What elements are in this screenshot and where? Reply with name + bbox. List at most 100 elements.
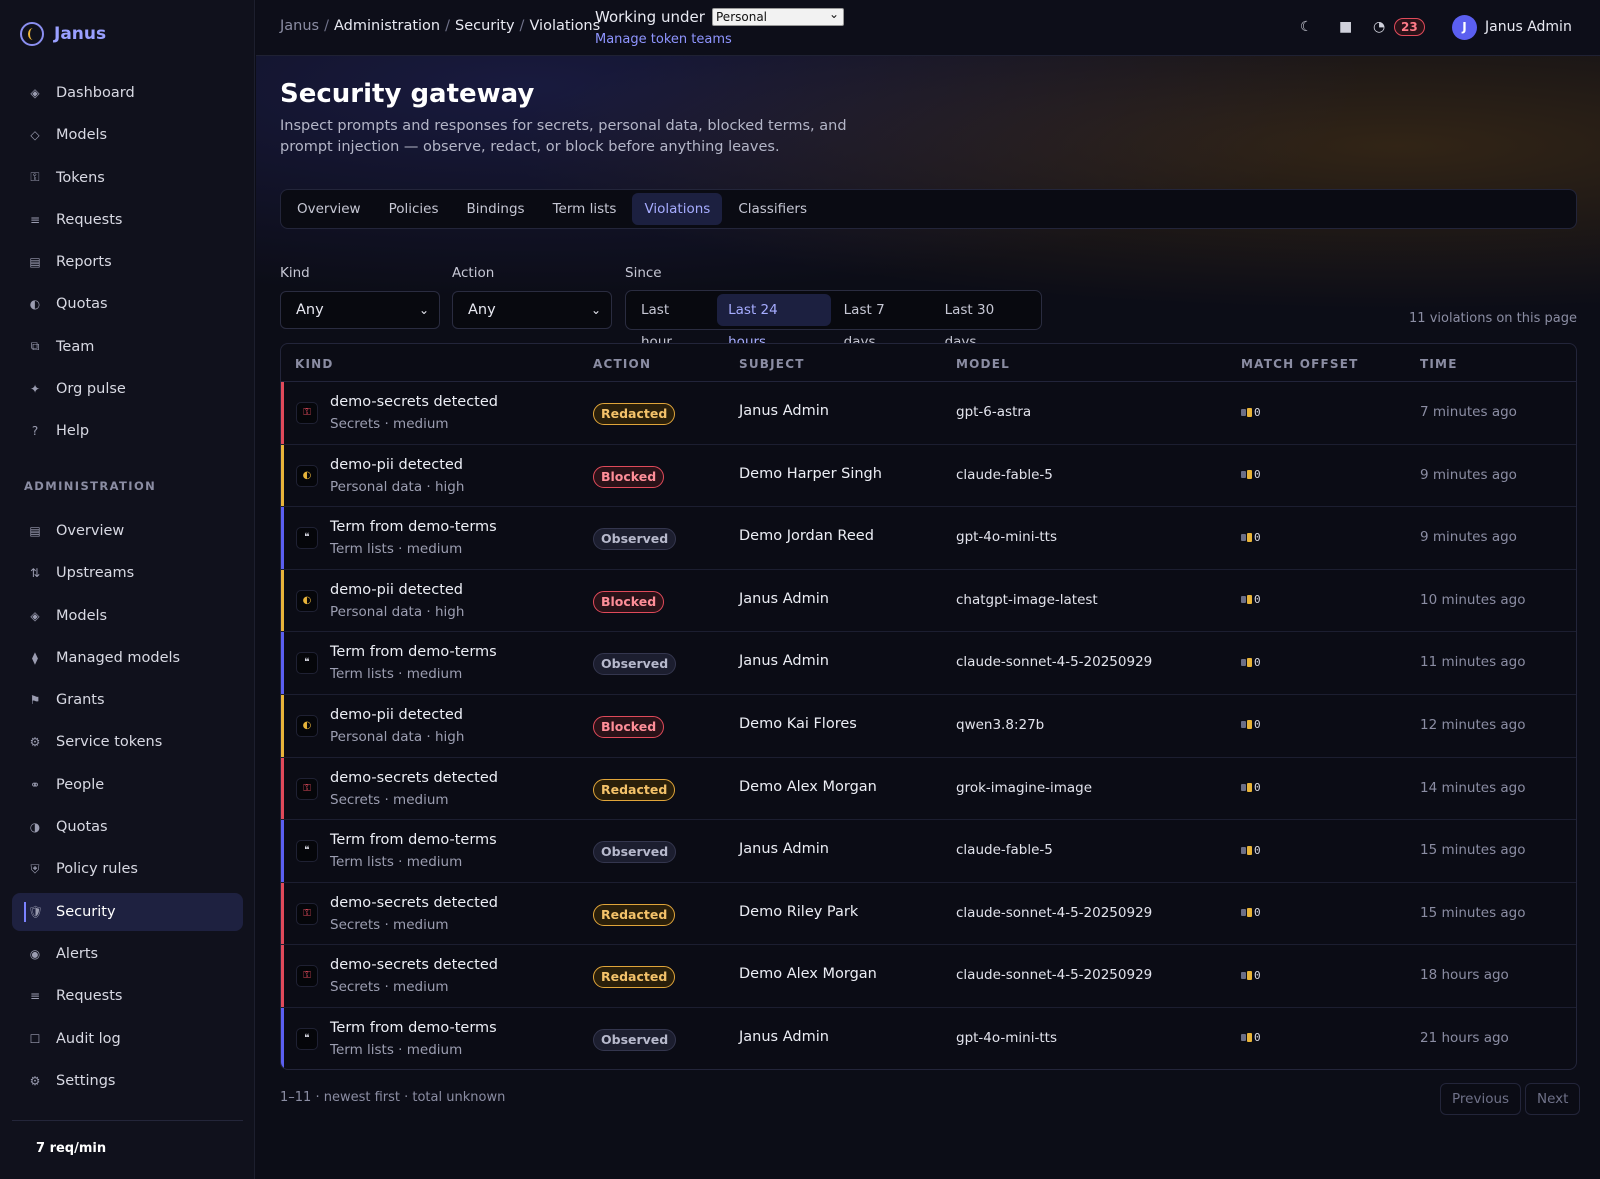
col-match-offset: MATCH OFFSET	[1241, 357, 1359, 371]
breadcrumb-janus[interactable]: Janus	[280, 18, 319, 34]
team-context: Working under Personal Manage token team…	[595, 6, 844, 47]
previous-button[interactable]: Previous	[1440, 1083, 1522, 1115]
sidebar-item-grants[interactable]: ⚑ Grants	[12, 681, 243, 719]
match-offset-cell: 0	[1241, 1031, 1261, 1044]
tab-term-lists[interactable]: Term lists	[541, 193, 629, 225]
sidebar-item-quotas[interactable]: ◑ Quotas	[12, 808, 243, 846]
action-badge: Observed	[593, 841, 677, 864]
subject-cell: Demo Alex Morgan	[739, 778, 877, 795]
offset-bar	[1241, 408, 1246, 416]
col-subject: SUBJECT	[739, 357, 805, 371]
activity-icon[interactable]: ◔	[1373, 19, 1385, 35]
time-cell: 9 minutes ago	[1420, 466, 1517, 483]
breadcrumb-administration[interactable]: Administration	[334, 18, 440, 34]
sidebar-item-models[interactable]: ◈ Models	[12, 597, 243, 635]
since-option-last-hour[interactable]: Last hour	[630, 294, 715, 350]
model-cell: gpt-4o-mini-tts	[956, 1029, 1057, 1046]
sidebar-item-requests[interactable]: ≡ Requests	[12, 977, 243, 1015]
subject-cell: Demo Harper Singh	[739, 465, 882, 482]
quote-icon: ❝	[296, 840, 318, 863]
offset-bar	[1241, 471, 1246, 479]
violation-kind-detail: Personal data · high	[330, 728, 465, 745]
table-row[interactable]: ◐ demo-pii detected Personal data · high Bl…	[281, 569, 1576, 633]
stop-icon[interactable]: ■	[1339, 19, 1352, 35]
action-filter-select[interactable]: Any ⌄	[452, 291, 612, 329]
table-row[interactable]: ◐ demo-pii detected Personal data · high Bl…	[281, 444, 1576, 508]
since-option-last-7-days[interactable]: Last 7 days	[833, 294, 932, 350]
sidebar-item-audit-log[interactable]: ☐ Audit log	[12, 1020, 243, 1058]
violation-kind-title: demo-pii detected	[330, 706, 464, 723]
sidebar-item-settings[interactable]: ⚙ Settings	[12, 1062, 243, 1100]
offset-bar	[1241, 658, 1246, 666]
sidebar-item-org-pulse[interactable]: ✦ Org pulse	[12, 370, 243, 408]
avatar[interactable]: J	[1452, 15, 1477, 40]
upstreams-icon: ⇅	[29, 566, 41, 581]
service-token-icon: ⚙	[29, 735, 41, 750]
subject-cell: Janus Admin	[739, 653, 829, 670]
violations-table: KIND ACTION SUBJECT MODEL MATCH OFFSET T…	[280, 343, 1577, 1070]
sidebar-item-people[interactable]: ⚭ People	[12, 766, 243, 804]
brand[interactable]: Janus	[20, 22, 106, 46]
sidebar-item-label: Audit log	[56, 1030, 121, 1047]
subject-cell: Janus Admin	[739, 403, 829, 419]
sidebar-item-security[interactable]: 🛡 Security	[12, 892, 243, 931]
main-nav: ◈ Dashboard ◇ Models ⚿ Tokens ≡ Requests ▤ Report…	[12, 74, 243, 455]
time-cell: 9 minutes ago	[1420, 529, 1517, 546]
list-icon: ≡	[29, 212, 41, 227]
offset-bar	[1247, 908, 1252, 918]
tab-bar: Overview Policies Bindings Term lists Violat…	[280, 189, 1577, 229]
table-row[interactable]: ◐ demo-pii detected Personal data · high Bl…	[281, 694, 1576, 758]
table-row[interactable]: ❝ Term from demo-terms Term lists · medium…	[281, 507, 1576, 570]
sidebar-item-quotas[interactable]: ◐ Quotas	[12, 285, 243, 323]
table-row[interactable]: ⚿ demo-secrets detected Secrets · medium Re…	[281, 882, 1576, 946]
sidebar-item-policy-rules[interactable]: ⛨ Policy rules	[12, 850, 243, 888]
sidebar-item-dashboard[interactable]: ◈ Dashboard	[12, 74, 243, 112]
sidebar-item-help[interactable]: ? Help	[12, 412, 243, 450]
violation-kind-title: Term from demo-terms	[330, 832, 497, 849]
notification-count-badge[interactable]: 23	[1394, 18, 1425, 36]
offset-bar	[1241, 596, 1246, 604]
tab-overview[interactable]: Overview	[285, 193, 373, 225]
table-row[interactable]: ⚿ demo-secrets detected Secrets · medium Re…	[281, 757, 1576, 821]
subject-cell: Demo Alex Morgan	[739, 966, 877, 983]
since-option-last-30-days[interactable]: Last 30 days	[934, 294, 1041, 350]
tab-classifiers[interactable]: Classifiers	[726, 193, 819, 225]
chevron-down-icon: ⌄	[418, 303, 429, 317]
table-row[interactable]: ❝ Term from demo-terms Term lists · medium…	[281, 1007, 1576, 1069]
manage-token-teams-link[interactable]: Manage token teams	[595, 32, 732, 47]
team-select[interactable]: Personal	[712, 6, 844, 26]
moon-icon[interactable]: ☾	[1300, 19, 1313, 35]
breadcrumb-security[interactable]: Security	[455, 18, 515, 34]
tab-bindings[interactable]: Bindings	[455, 193, 537, 225]
table-row[interactable]: ❝ Term from demo-terms Term lists · medium…	[281, 820, 1576, 883]
action-badge: Redacted	[593, 403, 676, 425]
sidebar-item-service-tokens[interactable]: ⚙ Service tokens	[12, 723, 243, 761]
next-button[interactable]: Next	[1525, 1083, 1581, 1115]
help-icon: ?	[31, 424, 39, 439]
pulse-icon: ✦	[29, 382, 41, 397]
sidebar-item-label: Models	[56, 127, 108, 144]
user-name[interactable]: Janus Admin	[1485, 19, 1572, 35]
tab-policies[interactable]: Policies	[377, 193, 451, 225]
action-badge: Observed	[593, 528, 677, 551]
sidebar-divider	[12, 1120, 243, 1121]
sidebar-item-alerts[interactable]: ◉ Alerts	[12, 935, 243, 973]
table-row[interactable]: ❝ Term from demo-terms Term lists · medium…	[281, 632, 1576, 695]
sidebar-item-managed-models[interactable]: ⧫ Managed models	[12, 639, 243, 677]
match-offset-cell: 0	[1241, 405, 1261, 419]
kind-filter-select[interactable]: Any ⌄	[280, 291, 440, 329]
sidebar-item-upstreams[interactable]: ⇅ Upstreams	[12, 554, 243, 592]
since-option-last-24-hours[interactable]: Last 24 hours	[717, 294, 831, 350]
table-row[interactable]: ⚿ demo-secrets detected Secrets · medium Re…	[281, 945, 1576, 1008]
sidebar-item-team[interactable]: ⧉ Team	[12, 328, 243, 366]
offset-value: 0	[1254, 405, 1261, 419]
sidebar-item-overview[interactable]: ▤ Overview	[12, 512, 243, 550]
sidebar-item-models[interactable]: ◇ Models	[12, 116, 243, 154]
table-row[interactable]: ⚿ demo-secrets detected Secrets · medium Re…	[281, 382, 1576, 445]
sidebar-item-tokens[interactable]: ⚿ Tokens	[12, 159, 243, 197]
sidebar-item-reports[interactable]: ▤ Reports	[12, 243, 243, 281]
violation-kind-title: demo-secrets detected	[330, 957, 498, 974]
sidebar-item-requests[interactable]: ≡ Requests	[12, 201, 243, 239]
tab-violations[interactable]: Violations	[632, 193, 723, 225]
list-icon: ≡	[29, 989, 41, 1004]
